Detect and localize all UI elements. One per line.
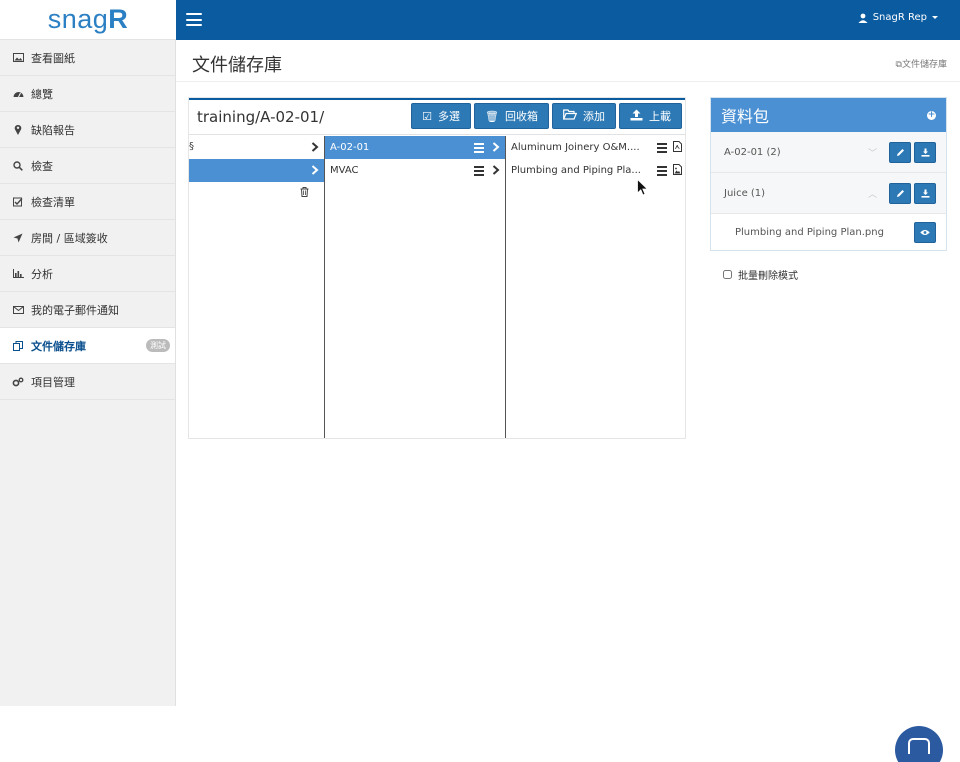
list-item[interactable]: A-02-01 — [325, 136, 505, 159]
sidebar-item-checklist[interactable]: 檢查清單 — [0, 184, 175, 220]
file-pdf-icon — [673, 140, 682, 155]
image-icon — [12, 53, 24, 62]
snagr-logo: snagR — [47, 4, 129, 34]
sidebar-item-email-notifications[interactable]: 我的電子郵件通知 — [0, 292, 175, 328]
package-row[interactable]: A-02-01 (2) ﹀ — [711, 132, 946, 173]
sidebar-item-label: 檢查 — [31, 159, 53, 173]
file-column: Aluminum Joinery O&M.... Plumbing and Pi… — [506, 136, 687, 438]
sidebar-item-label: 項目管理 — [31, 375, 75, 389]
recycle-bin-button[interactable]: 🗑 回收箱 — [474, 103, 549, 129]
menu-icon[interactable] — [657, 141, 667, 155]
edit-package-button[interactable] — [889, 182, 911, 204]
trash-icon: 🗑 — [485, 109, 499, 123]
add-package-icon[interactable]: + — [927, 110, 936, 120]
list-item[interactable]: Aluminum Joinery O&M.... — [506, 136, 687, 159]
sidebar-item-label: 我的電子郵件通知 — [31, 303, 119, 317]
copy-icon — [12, 340, 24, 351]
view-file-button[interactable] — [914, 221, 936, 243]
menu-icon[interactable] — [474, 141, 484, 155]
chat-icon — [908, 738, 930, 754]
breadcrumb[interactable]: ⧉文件儲存庫 — [896, 57, 947, 70]
file-toolbar: ☑ 多選 🗑 回收箱 添加 上載 — [411, 103, 682, 129]
list-item[interactable]: MVAC — [325, 159, 505, 182]
logo-area[interactable]: snagR — [0, 0, 176, 40]
sidebar: 查看圖紙 總覽 缺陷報告 檢查 檢查清單 房間 / 區域簽收 分析 我的電子郵件… — [0, 40, 176, 706]
download-icon — [921, 189, 929, 198]
add-folder-button[interactable]: 添加 — [552, 103, 616, 129]
chat-launcher-button[interactable] — [895, 726, 943, 762]
panel-title: 資料包 — [721, 107, 770, 126]
bulk-delete-toggle[interactable]: 批量刪除模式 — [723, 267, 798, 282]
sidebar-item-label: 文件儲存庫 — [31, 339, 86, 353]
sidebar-item-label: 分析 — [31, 267, 53, 281]
menu-icon[interactable] — [657, 164, 667, 178]
page-title: 文件儲存庫 — [192, 55, 282, 76]
mouse-cursor-icon — [637, 179, 648, 196]
sidebar-item-label: 總覽 — [31, 87, 53, 101]
chevron-down-icon[interactable]: ﹀ — [868, 146, 877, 159]
pencil-icon — [896, 189, 904, 197]
user-icon — [858, 13, 868, 23]
data-package-panel: 資料包 + A-02-01 (2) ﹀ Juice (1) ︿ Plumbing… — [710, 97, 947, 251]
checkbox-icon: ☑ — [422, 109, 433, 123]
search-icon — [12, 160, 24, 171]
data-package-header: 資料包 + — [711, 98, 946, 132]
package-row[interactable]: Juice (1) ︿ — [711, 173, 946, 214]
list-item[interactable] — [189, 182, 324, 205]
download-icon — [921, 148, 929, 157]
cogs-icon — [12, 377, 24, 387]
sidebar-toggle-icon[interactable] — [186, 13, 202, 26]
envelope-icon — [12, 305, 24, 314]
chevron-right-icon[interactable] — [492, 164, 500, 178]
package-file-item: Plumbing and Piping Plan.png — [711, 214, 946, 250]
bulk-delete-checkbox[interactable] — [723, 270, 732, 279]
caret-down-icon — [932, 16, 938, 19]
chevron-right-icon[interactable] — [311, 141, 319, 155]
list-item[interactable] — [189, 159, 324, 182]
current-path: training/A-02-01/ — [197, 108, 325, 126]
status-badge: 測試 — [146, 339, 170, 352]
sidebar-item-document-repository[interactable]: 文件儲存庫 測試 — [0, 328, 175, 364]
sidebar-item-overview[interactable]: 總覽 — [0, 76, 175, 112]
multi-select-button[interactable]: ☑ 多選 — [411, 103, 472, 129]
upload-button[interactable]: 上載 — [619, 103, 682, 129]
sidebar-item-label: 缺陷報告 — [31, 123, 75, 137]
user-name: SnagR Rep — [872, 12, 927, 23]
list-item[interactable]: Plumbing and Piping Pla... — [506, 159, 687, 182]
sidebar-item-inspection[interactable]: 檢查 — [0, 148, 175, 184]
sidebar-item-analysis[interactable]: 分析 — [0, 256, 175, 292]
download-package-button[interactable] — [914, 182, 936, 204]
download-package-button[interactable] — [914, 141, 936, 163]
sidebar-item-defect-report[interactable]: 缺陷報告 — [0, 112, 175, 148]
file-image-icon — [673, 163, 682, 178]
user-menu[interactable]: SnagR Rep — [858, 12, 938, 23]
file-browser: training/A-02-01/ ☑ 多選 🗑 回收箱 添加 上載 § A-0… — [188, 97, 686, 439]
folder-column-2: A-02-01 MVAC — [325, 136, 506, 438]
menu-icon[interactable] — [474, 164, 484, 178]
sidebar-item-drawings[interactable]: 查看圖紙 — [0, 40, 175, 76]
chevron-right-icon[interactable] — [311, 164, 319, 178]
file-browser-header: training/A-02-01/ ☑ 多選 🗑 回收箱 添加 上載 — [189, 98, 685, 135]
sidebar-item-room-signoff[interactable]: 房間 / 區域簽收 — [0, 220, 175, 256]
sidebar-item-project-management[interactable]: 項目管理 — [0, 364, 175, 400]
location-arrow-icon — [12, 233, 24, 243]
checkbox-icon — [12, 197, 24, 207]
chevron-up-icon[interactable]: ︿ — [868, 187, 877, 200]
chevron-right-icon[interactable] — [492, 141, 500, 155]
map-marker-icon — [12, 124, 24, 135]
trash-icon[interactable] — [300, 187, 309, 200]
edit-package-button[interactable] — [889, 141, 911, 163]
sidebar-item-label: 房間 / 區域簽收 — [31, 231, 108, 245]
eye-icon — [920, 229, 930, 235]
folder-column-1: § — [189, 136, 325, 438]
page-header: 文件儲存庫 ⧉文件儲存庫 — [176, 40, 960, 82]
dashboard-icon — [12, 89, 24, 98]
upload-icon — [630, 109, 643, 124]
folder-open-icon — [562, 109, 578, 123]
sidebar-item-label: 查看圖紙 — [31, 51, 75, 65]
bar-chart-icon — [12, 269, 24, 278]
sidebar-item-label: 檢查清單 — [31, 195, 75, 209]
list-item[interactable]: § — [189, 136, 324, 159]
pencil-icon — [896, 148, 904, 156]
